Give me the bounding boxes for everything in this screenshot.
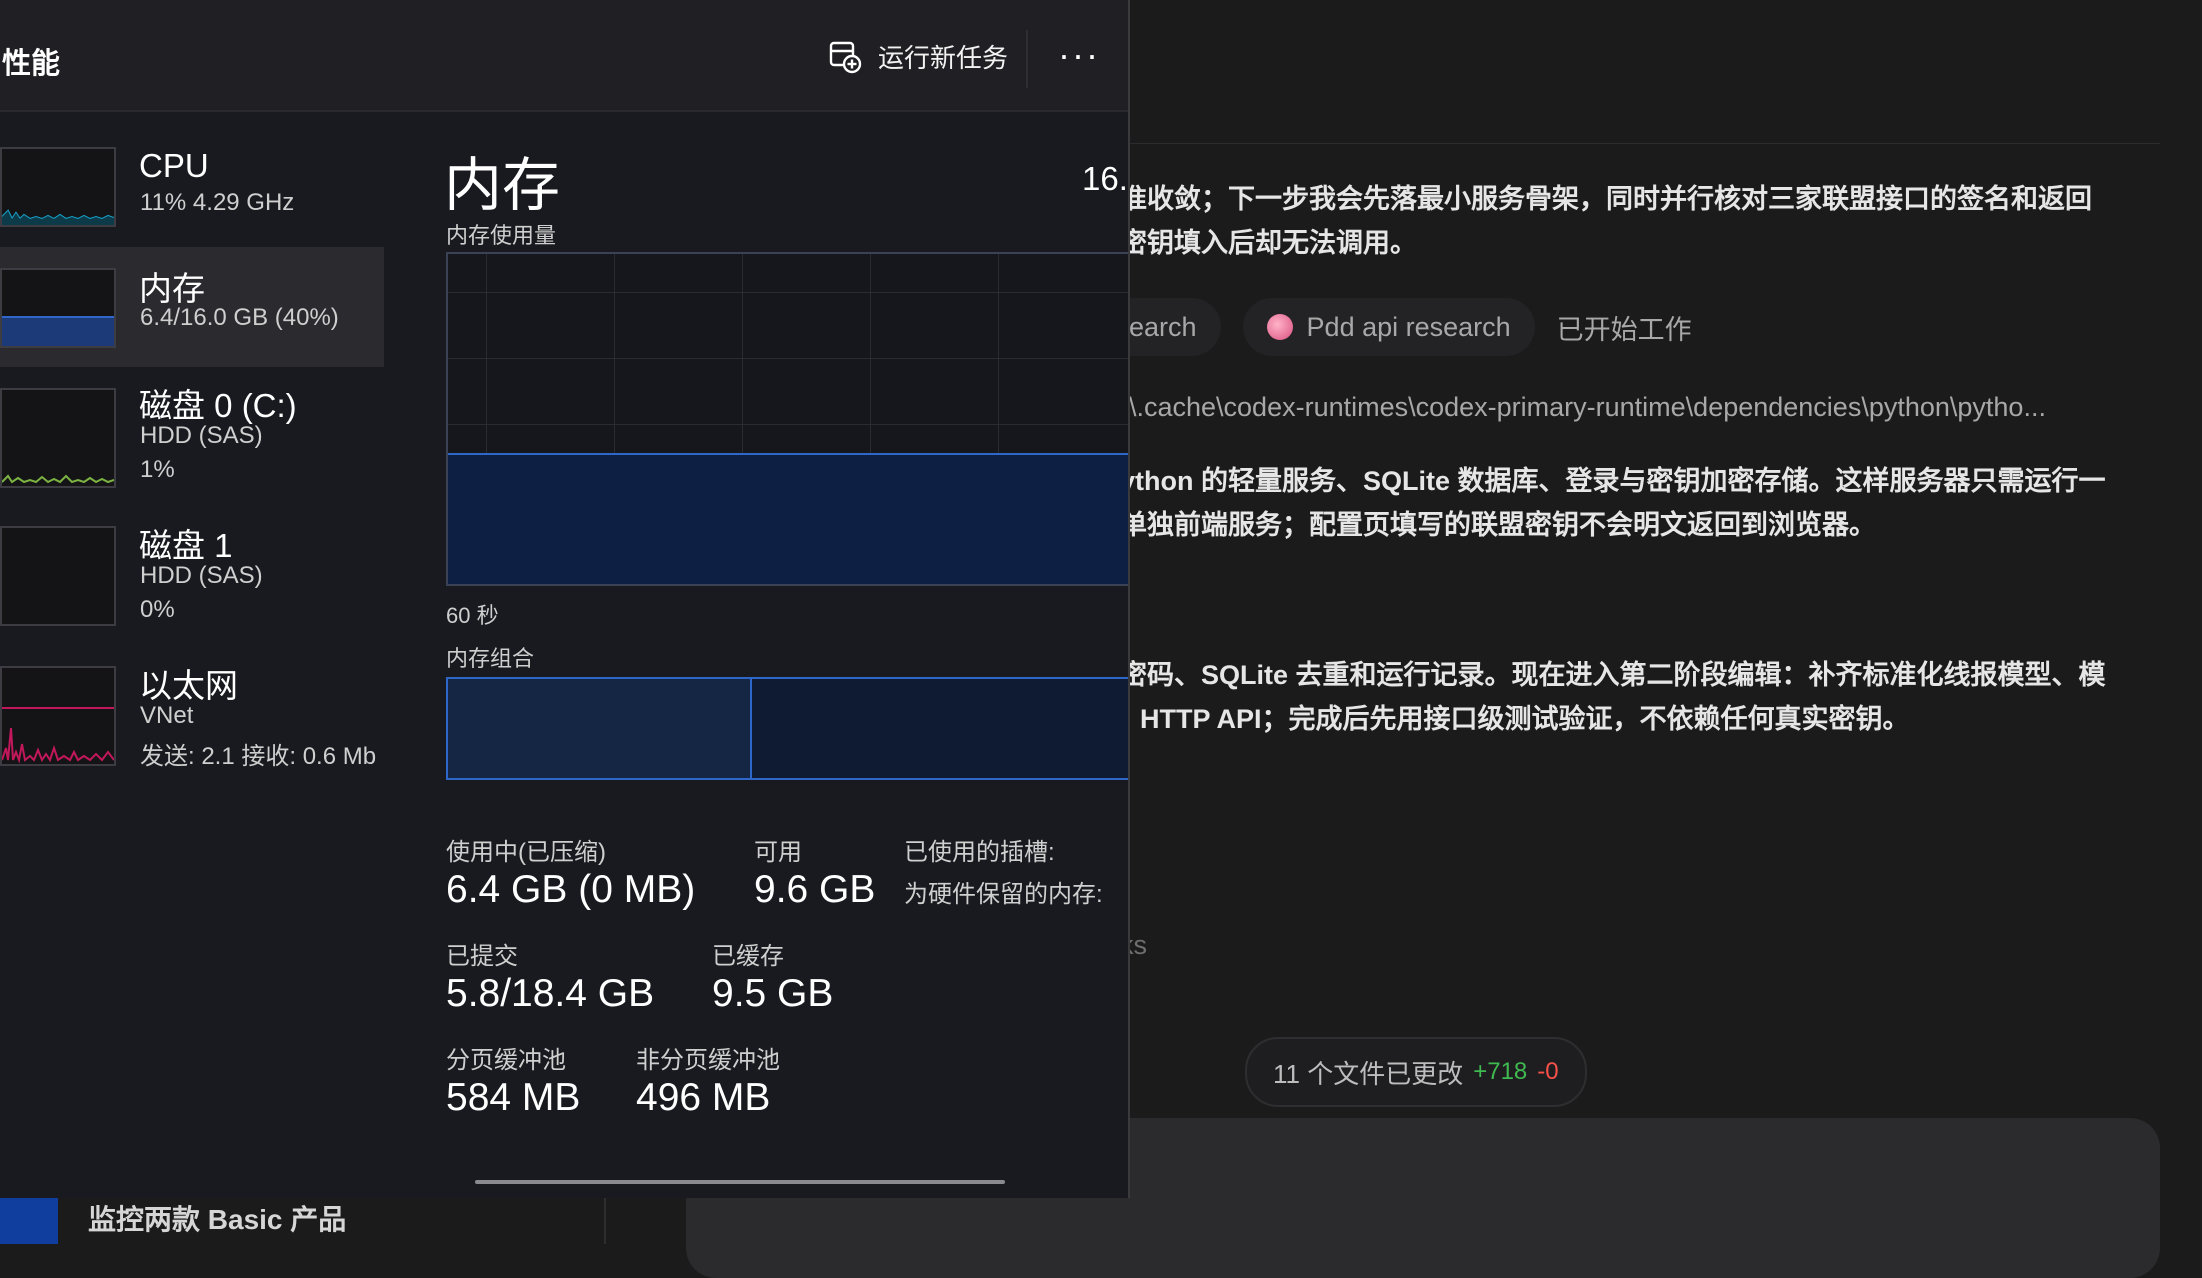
available-value: 9.6 GB [754,868,876,911]
nonpaged-pool-label: 非分页缓冲池 [636,1047,780,1074]
sidebar-bottom-item[interactable]: 监控两款 Basic 产品 [0,1198,686,1244]
sidebar-item-ethernet[interactable]: 以太网 VNet 发送: 2.1 接收: 0.6 Mb [0,657,384,777]
agent-chip-row: earch Pdd api research 已开始工作 [1105,298,1692,356]
in-use-value: 6.4 GB (0 MB) [446,868,696,911]
sidebar-item-usage: 0% [140,596,175,623]
sidebar-item-cpu[interactable]: CPU 11% 4.29 GHz [0,137,384,257]
agent-avatar-icon [1266,314,1293,340]
task-manager-toolbar: 性能 运行新任务 ··· [0,0,1128,112]
files-changed-label: 11 个文件已更改 [1273,1058,1464,1089]
sidebar-item-throughput: 发送: 2.1 接收: 0.6 Mb [140,743,377,770]
run-new-task-label: 运行新任务 [878,43,1009,73]
sidebar-item-name: 内存 [139,270,205,307]
toolbar-divider [1026,30,1028,88]
slots-used-label: 已使用的插槽: [904,839,1055,866]
cpu-sparkline [1,209,115,225]
nonpaged-pool-value: 496 MB [636,1076,771,1119]
task-manager-window: 性能 运行新任务 ··· CPU 11% 4.29 GHz 内存 6.4/16.… [0,0,1128,1198]
memory-thumbnail-graph [0,268,116,348]
sidebar-item-name: 磁盘 1 [139,527,233,564]
memory-usage-label: 内存使用量 [446,223,557,248]
grid-line [448,292,1128,293]
sidebar-item-detail: 11% 4.29 GHz [140,189,295,216]
files-changed-pill[interactable]: 11 个文件已更改 +718 -0 [1245,1037,1587,1107]
chat-message-1-line-1: 准收敛；下一步我会先落最小服务骨架，同时并行核对三家联盟接口的签名和返回 [1120,184,2092,214]
file-path-text: r\.cache\codex-runtimes\codex-primary-ru… [1120,392,2046,422]
cached-label: 已缓存 [712,943,784,970]
sidebar-item-usage: 1% [140,456,175,483]
sidebar-item-detail: HDD (SAS) [140,422,263,449]
sidebar-item-detail: HDD (SAS) [140,562,263,589]
horizontal-scrollbar[interactable] [475,1180,1005,1184]
header-divider [1120,143,2160,144]
ethernet-thumbnail-graph [0,666,116,766]
disk0-sparkline [1,474,115,484]
in-use-label: 使用中(已压缩) [446,839,606,866]
chat-message-3-line-2: HTTP API；完成后先用接口级测试验证，不依赖任何真实密钥。 [1140,704,1910,734]
chat-message-2-line-1: ython 的轻量服务、SQLite 数据库、登录与密钥加密存储。这样服务器只需… [1120,466,2106,496]
page-title: 性能 [2,48,61,80]
memory-title: 内存 [444,153,561,218]
agent-status-text: 已开始工作 [1556,314,1692,345]
memory-sparkline [2,316,114,346]
available-label: 可用 [754,839,802,866]
selected-indicator [0,1198,58,1244]
graph-time-label: 60 秒 [446,603,499,628]
hardware-reserved-label: 为硬件保留的内存: [904,881,1103,908]
agent-chip-partial-label: earch [1129,311,1197,342]
committed-label: 已提交 [446,943,518,970]
memory-usage-graph [446,252,1128,586]
committed-value: 5.8/18.4 GB [446,972,655,1015]
memory-composition-in-use [448,679,752,778]
sidebar-item-detail: VNet [140,702,194,729]
memory-usage-fill [448,453,1128,584]
sidebar-item-detail: 6.4/16.0 GB (40%) [140,304,339,331]
lines-added-count: +718 [1473,1058,1528,1085]
agent-chip-label: Pdd api research [1306,311,1511,342]
sidebar-item-memory[interactable]: 内存 6.4/16.0 GB (40%) [0,247,384,367]
run-new-task-button[interactable]: 运行新任务 [828,38,1008,75]
memory-total-partial: 16. [1082,160,1128,197]
chat-message-2-line-2: 单独前端服务；配置页填写的联盟密钥不会明文返回到浏览器。 [1120,510,1876,540]
sidebar-bottom-item-label: 监控两款 Basic 产品 [88,1204,347,1235]
pane-divider [604,1198,606,1244]
cpu-thumbnail-graph [0,147,116,227]
disk0-thumbnail-graph [0,388,116,488]
sidebar-item-name: 磁盘 0 (C:) [139,387,297,424]
paged-pool-label: 分页缓冲池 [446,1047,566,1074]
cached-value: 9.5 GB [712,972,834,1015]
chat-message-1-line-2: 密钥填入后却无法调用。 [1120,228,1417,258]
sidebar-item-name: 以太网 [139,667,238,704]
ethernet-sparkline [1,707,115,764]
lines-removed-count: -0 [1537,1058,1559,1085]
sidebar-item-name: CPU [139,147,209,184]
sidebar-item-disk-0[interactable]: 磁盘 0 (C:) HDD (SAS) 1% [0,377,384,497]
memory-composition-bar [446,677,1128,780]
chat-message-3-line-1: 密码、SQLite 去重和运行记录。现在进入第二阶段编辑：补齐标准化线报模型、模 [1120,660,2106,690]
paged-pool-value: 584 MB [446,1076,581,1119]
sidebar-item-disk-1[interactable]: 磁盘 1 HDD (SAS) 0% [0,517,384,637]
disk1-thumbnail-graph [0,526,116,626]
new-task-icon [829,41,862,73]
more-options-icon[interactable]: ··· [1058,30,1100,80]
grid-line [448,358,1128,359]
memory-composition-label: 内存组合 [446,646,535,671]
grid-line [448,424,1128,425]
agent-chip-pdd[interactable]: Pdd api research [1242,298,1535,356]
